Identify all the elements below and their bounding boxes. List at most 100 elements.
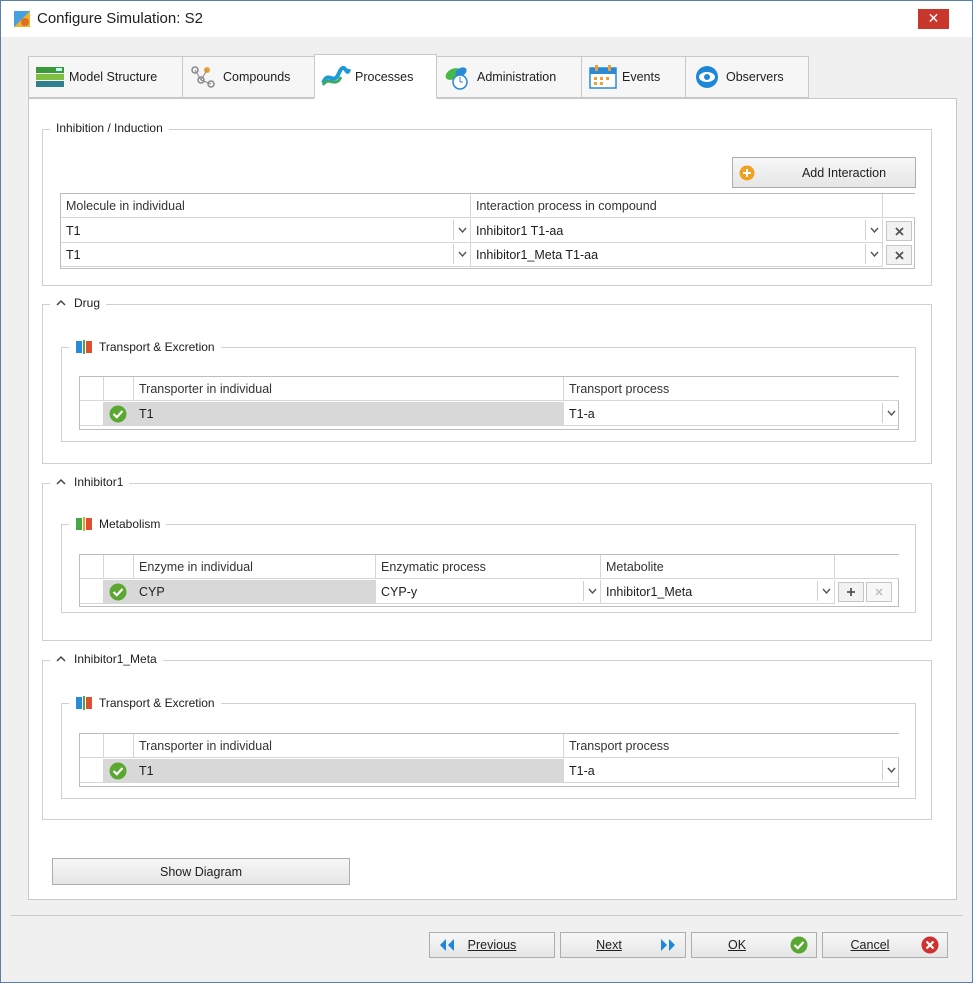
chevron-down-icon[interactable] bbox=[817, 581, 834, 601]
row-indicator[interactable] bbox=[80, 402, 104, 426]
tab-label: Model Structure bbox=[69, 70, 158, 84]
next-button[interactable]: Next bbox=[560, 932, 686, 958]
col-transport-process: Transport process bbox=[564, 734, 899, 758]
show-diagram-button[interactable]: Show Diagram bbox=[52, 858, 350, 885]
remove-interaction-button[interactable] bbox=[886, 221, 912, 241]
transport-icon bbox=[76, 696, 92, 710]
molecule-value: T1 bbox=[66, 248, 81, 262]
close-icon bbox=[894, 250, 904, 260]
meta-transport-title: Transport & Excretion bbox=[99, 696, 215, 710]
cancel-circle-icon bbox=[921, 936, 939, 954]
col-transporter: Transporter in individual bbox=[134, 734, 564, 758]
inhibitor1-title: Inhibitor1 bbox=[74, 475, 124, 489]
interaction-process-cell[interactable]: Inhibitor1 T1-aa bbox=[471, 219, 883, 243]
double-chevron-left-icon bbox=[440, 939, 454, 951]
tab-administration[interactable]: Administration bbox=[436, 56, 582, 98]
next-label: Next bbox=[596, 938, 622, 952]
inhibitor1-meta-title: Inhibitor1_Meta bbox=[74, 652, 157, 666]
double-chevron-right-icon bbox=[661, 939, 675, 951]
metabolism-group: Metabolism Enzyme in individual Enzymati… bbox=[61, 516, 916, 613]
molecule-cell[interactable]: T1 bbox=[61, 243, 471, 267]
ok-button[interactable]: OK bbox=[691, 932, 817, 958]
interaction-process-value: Inhibitor1_Meta T1-aa bbox=[476, 248, 599, 262]
add-interaction-button[interactable]: Add Interaction bbox=[732, 157, 916, 188]
status-cell bbox=[104, 759, 134, 783]
metabolism-icon bbox=[76, 517, 92, 531]
interaction-process-cell[interactable]: Inhibitor1_Meta T1-aa bbox=[471, 243, 883, 267]
transport-process-value: T1-a bbox=[569, 764, 595, 778]
transporter-cell: T1 bbox=[134, 402, 564, 426]
molecule-cell[interactable]: T1 bbox=[61, 219, 471, 243]
chevron-down-icon[interactable] bbox=[583, 581, 600, 601]
footer-bar: Previous Next OK Cancel bbox=[11, 915, 963, 973]
remove-metabolite-button[interactable] bbox=[866, 582, 892, 602]
drug-transport-group: Transport & Excretion Transporter in ind… bbox=[61, 339, 916, 442]
meta-transport-header: Transport & Excretion bbox=[69, 695, 221, 711]
col-actions bbox=[883, 194, 915, 218]
inhibitor1-meta-header[interactable]: Inhibitor1_Meta bbox=[50, 652, 163, 666]
events-icon bbox=[589, 65, 617, 89]
enzymatic-process-value: CYP-y bbox=[381, 585, 418, 599]
transport-process-cell[interactable]: T1-a bbox=[564, 402, 899, 426]
cancel-button[interactable]: Cancel bbox=[822, 932, 948, 958]
inhibitor1-header[interactable]: Inhibitor1 bbox=[50, 475, 130, 489]
tab-events[interactable]: Events bbox=[581, 56, 686, 98]
tab-label: Administration bbox=[477, 70, 557, 84]
metabolism-grid: Enzyme in individual Enzymatic process M… bbox=[79, 554, 899, 607]
metabolism-header: Metabolism bbox=[69, 516, 167, 532]
add-interaction-label: Add Interaction bbox=[801, 165, 887, 180]
transport-icon bbox=[76, 340, 92, 354]
previous-button[interactable]: Previous bbox=[429, 932, 555, 958]
close-icon bbox=[875, 588, 883, 596]
app-icon bbox=[14, 11, 30, 27]
metabolism-title: Metabolism bbox=[99, 517, 161, 531]
row-indicator-header bbox=[80, 377, 104, 401]
tab-model-structure[interactable]: Model Structure bbox=[28, 56, 183, 98]
chevron-down-icon[interactable] bbox=[882, 403, 899, 423]
tab-compounds[interactable]: Compounds bbox=[182, 56, 315, 98]
transport-process-value: T1-a bbox=[569, 407, 595, 421]
chevron-down-icon[interactable] bbox=[865, 220, 882, 240]
tab-label: Events bbox=[622, 70, 661, 84]
col-enzymatic-process: Enzymatic process bbox=[376, 555, 601, 579]
chevron-down-icon[interactable] bbox=[453, 220, 470, 240]
col-transporter: Transporter in individual bbox=[134, 377, 564, 401]
row-indicator[interactable] bbox=[80, 580, 104, 604]
check-circle-icon bbox=[109, 405, 127, 423]
chevron-down-icon[interactable] bbox=[453, 244, 470, 264]
status-header bbox=[104, 555, 134, 579]
previous-label: Previous bbox=[467, 938, 517, 952]
status-cell bbox=[104, 402, 134, 426]
metabolite-cell[interactable]: Inhibitor1_Meta bbox=[601, 580, 835, 604]
chevron-down-icon[interactable] bbox=[882, 760, 899, 780]
administration-icon bbox=[445, 67, 468, 90]
enzymatic-process-cell[interactable]: CYP-y bbox=[376, 580, 601, 604]
meta-transport-grid: Transporter in individual Transport proc… bbox=[79, 733, 899, 787]
add-metabolite-button[interactable] bbox=[838, 582, 864, 602]
chevron-down-icon[interactable] bbox=[865, 244, 882, 264]
col-transport-process: Transport process bbox=[564, 377, 899, 401]
tab-processes[interactable]: Processes bbox=[314, 54, 437, 99]
cancel-label: Cancel bbox=[850, 938, 890, 952]
inhibition-group: Inhibition / Induction Add Interaction M… bbox=[42, 121, 932, 286]
chevron-up-icon bbox=[56, 655, 66, 662]
observers-icon bbox=[696, 66, 718, 88]
status-cell bbox=[104, 580, 134, 604]
drug-header[interactable]: Drug bbox=[50, 296, 107, 310]
drug-group: Drug Transport & Excretion Transporter i… bbox=[42, 296, 932, 464]
check-circle-icon bbox=[790, 936, 808, 954]
remove-interaction-button[interactable] bbox=[886, 245, 912, 265]
tab-label: Observers bbox=[726, 70, 784, 84]
interaction-grid: Molecule in individual Interaction proce… bbox=[60, 193, 915, 269]
add-circle-icon bbox=[739, 165, 755, 181]
transport-process-cell[interactable]: T1-a bbox=[564, 759, 899, 783]
molecule-value: T1 bbox=[66, 224, 81, 238]
tab-observers[interactable]: Observers bbox=[685, 56, 809, 98]
row-indicator[interactable] bbox=[80, 759, 104, 783]
tab-label: Processes bbox=[355, 69, 414, 84]
col-metabolite: Metabolite bbox=[601, 555, 835, 579]
close-button[interactable]: ✕ bbox=[918, 9, 949, 29]
inhibition-title: Inhibition / Induction bbox=[50, 121, 169, 135]
chevron-up-icon bbox=[56, 478, 66, 485]
model-structure-icon bbox=[36, 67, 64, 87]
